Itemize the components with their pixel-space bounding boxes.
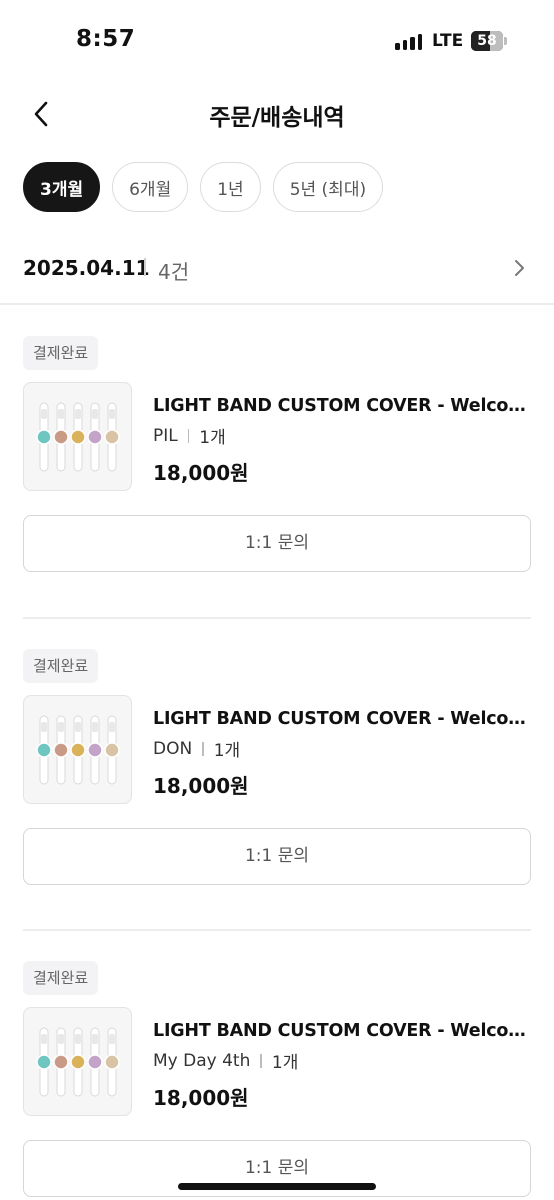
quantity: 1개 — [213, 741, 241, 761]
light-band-image — [36, 1027, 120, 1097]
order-date-row[interactable]: 2025.04.11 4건 — [0, 240, 554, 296]
battery-icon: 58 — [471, 31, 507, 51]
status-badge: 결제완료 — [23, 649, 99, 683]
status-badge: 결제완료 — [23, 336, 99, 370]
divider — [202, 741, 204, 756]
order-count: 4건 — [158, 260, 190, 284]
inquiry-button[interactable]: 1:1 문의 — [23, 515, 531, 572]
product-thumbnail[interactable] — [23, 1007, 132, 1116]
status-bar: 8:57 LTE 58 — [0, 0, 554, 84]
option-name: My Day 4th — [153, 1050, 251, 1071]
filter-chip-1-year[interactable]: 1년 — [200, 162, 261, 212]
divider — [260, 1053, 262, 1068]
page-title: 주문/배송내역 — [209, 105, 345, 131]
order-date: 2025.04.11 — [23, 256, 150, 280]
filter-chip-3-months[interactable]: 3개월 — [23, 162, 101, 212]
order-history-screen: 8:57 LTE 58 주문/배송내역 3개월 6개월 1년 5년 (최대) 2… — [0, 0, 554, 1200]
product-price: 18,000원 — [153, 461, 249, 485]
option-name: PIL — [153, 425, 178, 446]
order-item: 결제완료 LIGHT BAND CUSTOM COVER - Welcome D… — [0, 617, 554, 887]
option-name: DON — [153, 738, 193, 759]
filter-chip-6-months[interactable]: 6개월 — [112, 162, 189, 212]
product-option: PIL 1개 — [153, 423, 226, 449]
product-option: My Day 4th 1개 — [153, 1048, 299, 1074]
status-time: 8:57 — [76, 26, 136, 52]
network-type: LTE — [432, 31, 464, 51]
light-band-image — [36, 402, 120, 472]
product-name[interactable]: LIGHT BAND CUSTOM COVER - Welcome — [153, 396, 533, 416]
chevron-right-icon — [515, 260, 524, 276]
signal-bars-icon — [395, 33, 423, 50]
status-badge: 결제완료 — [23, 961, 99, 995]
divider — [144, 258, 146, 276]
product-thumbnail[interactable] — [23, 695, 132, 804]
home-indicator — [178, 1183, 376, 1190]
order-item: 결제완료 LIGHT BAND CUSTOM COVER - Welcome M… — [0, 929, 554, 1199]
product-price: 18,000원 — [153, 774, 249, 798]
product-thumbnail[interactable] — [23, 382, 132, 491]
divider — [187, 428, 190, 443]
period-filter: 3개월 6개월 1년 5년 (최대) — [23, 162, 384, 212]
battery-percent: 58 — [477, 33, 497, 49]
header: 주문/배송내역 — [0, 86, 554, 142]
inquiry-button[interactable]: 1:1 문의 — [23, 828, 531, 885]
product-price: 18,000원 — [153, 1086, 249, 1110]
filter-chip-5-years[interactable]: 5년 (최대) — [272, 162, 384, 212]
quantity: 1개 — [271, 1053, 299, 1073]
product-option: DON 1개 — [153, 736, 241, 762]
light-band-image — [36, 715, 120, 785]
quantity: 1개 — [199, 428, 226, 448]
product-name[interactable]: LIGHT BAND CUSTOM COVER - Welcome — [153, 1021, 533, 1041]
order-item: 결제완료 LIGHT BAND CUSTOM COVER - Welcome P… — [0, 304, 554, 574]
product-name[interactable]: LIGHT BAND CUSTOM COVER - Welcome — [153, 709, 533, 729]
